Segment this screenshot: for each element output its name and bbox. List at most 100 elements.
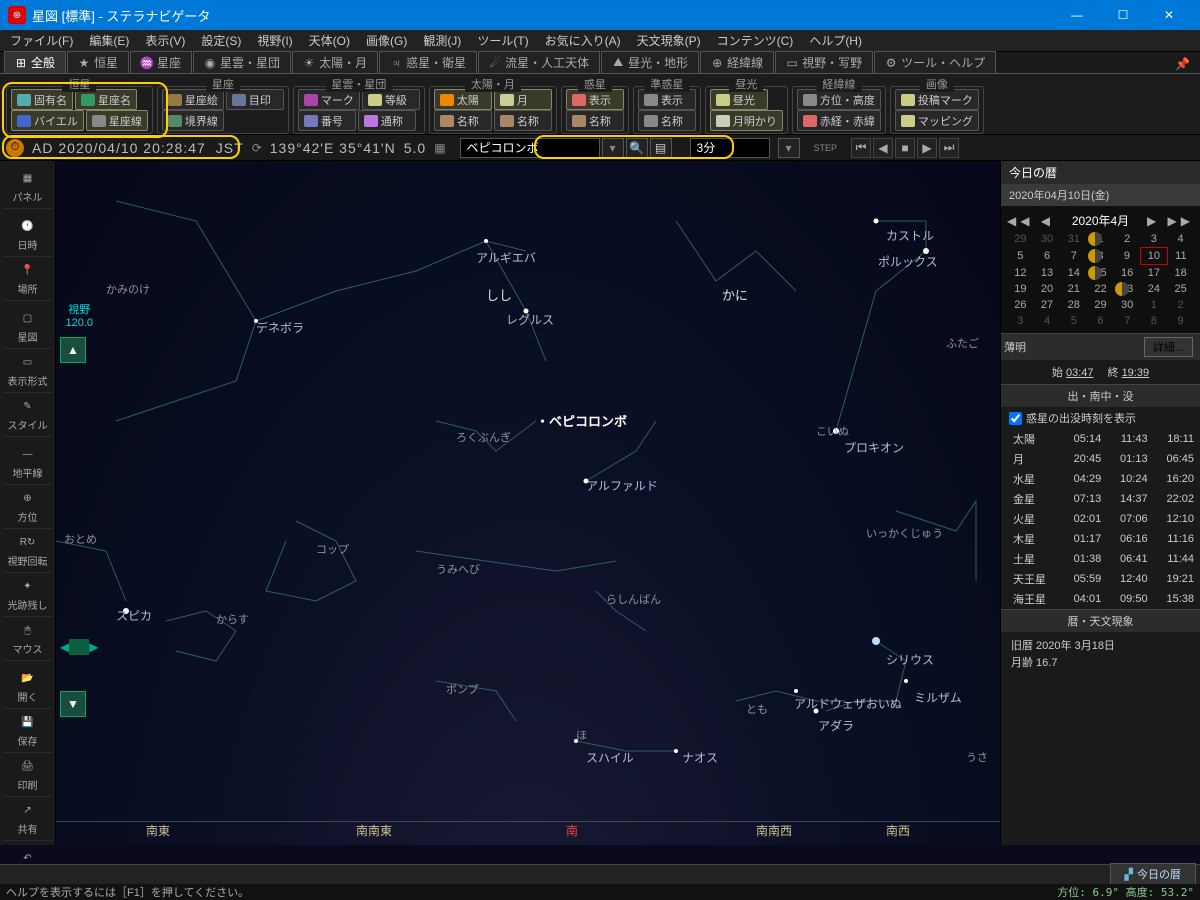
ribbon-button[interactable]: 名称	[638, 110, 696, 131]
menu-item[interactable]: ヘルプ(H)	[803, 30, 868, 51]
ribbon-button[interactable]: 方位・高度	[797, 89, 881, 110]
calendar-day[interactable]: 4	[1167, 231, 1194, 248]
ribbon-button[interactable]: 表示	[566, 89, 624, 110]
calendar-day[interactable]: 10	[1141, 248, 1168, 265]
ribbon-button[interactable]: 表示	[638, 89, 696, 110]
ribbon-button[interactable]: 境界線	[162, 110, 224, 131]
ribbon-button[interactable]: 昼光	[710, 89, 768, 110]
menu-item[interactable]: 天体(O)	[303, 30, 356, 51]
calendar-day[interactable]: 2	[1114, 231, 1141, 248]
scroll-handle[interactable]: ◀▶	[60, 639, 98, 655]
calendar-day[interactable]: 12	[1007, 265, 1034, 282]
search-dropdown-button[interactable]: ▾	[602, 138, 624, 158]
calendar-day[interactable]: 30	[1114, 297, 1141, 313]
left-toolbar-button[interactable]: ✎スタイル	[4, 393, 52, 437]
menu-item[interactable]: ツール(T)	[471, 30, 534, 51]
cal-next-button[interactable]: ▶ ▶▶	[1147, 214, 1194, 228]
calendar-day[interactable]: 22	[1087, 281, 1114, 297]
menu-item[interactable]: 天文現象(P)	[631, 30, 707, 51]
calendar-day[interactable]: 1	[1087, 231, 1114, 248]
step-dropdown-button[interactable]: ▾	[778, 138, 800, 158]
ribbon-button[interactable]: 名称	[434, 110, 492, 131]
maximize-button[interactable]: ☐	[1100, 0, 1146, 30]
stop-button[interactable]: ■	[895, 138, 915, 158]
ribbon-button[interactable]: 投稿マーク	[895, 89, 979, 110]
calendar-day[interactable]: 13	[1034, 265, 1061, 282]
zoom-in-button[interactable]: ▲	[60, 337, 86, 363]
calendar-day[interactable]: 5	[1060, 313, 1087, 329]
calendar-day[interactable]: 6	[1087, 313, 1114, 329]
clock-icon[interactable]: ⏱	[6, 139, 24, 157]
calendar-day[interactable]: 30	[1034, 231, 1061, 248]
close-button[interactable]: ✕	[1146, 0, 1192, 30]
menu-item[interactable]: お気に入り(A)	[539, 30, 627, 51]
calendar-day[interactable]: 1	[1141, 297, 1168, 313]
planet-times-checkbox-row[interactable]: 惑星の出没時刻を表示	[1001, 407, 1200, 429]
ribbon-button[interactable]: 名称	[566, 110, 624, 131]
ribbon-tab[interactable]: ☄流星・人工天体	[478, 51, 600, 73]
menu-item[interactable]: 編集(E)	[83, 30, 135, 51]
left-toolbar-button[interactable]: ▦パネル	[4, 165, 52, 209]
ribbon-tab[interactable]: ⊕経緯線	[700, 51, 774, 73]
time-step-input[interactable]	[690, 138, 770, 158]
menu-item[interactable]: ファイル(F)	[4, 30, 79, 51]
ribbon-button[interactable]: 太陽	[434, 89, 492, 110]
zoom-out-button[interactable]: ▼	[60, 691, 86, 717]
left-toolbar-button[interactable]: ▭表示形式	[4, 349, 52, 393]
calendar-day[interactable]: 14	[1060, 265, 1087, 282]
grid-icon[interactable]: ▦	[434, 141, 445, 155]
detail-button[interactable]: 詳細...	[1144, 337, 1193, 357]
calendar-grid[interactable]: 2930311234567891011121314151617181920212…	[1007, 231, 1194, 329]
step-fwd-button[interactable]: ▶	[917, 138, 937, 158]
calendar-day[interactable]: 28	[1060, 297, 1087, 313]
calendar-day[interactable]: 23	[1114, 281, 1141, 297]
ribbon-button[interactable]: 星座絵	[162, 89, 224, 110]
ribbon-tab[interactable]: ◉星雲・星団	[193, 51, 291, 73]
timezone-display[interactable]: JST	[216, 140, 244, 156]
ribbon-button[interactable]: 星座名	[75, 89, 137, 110]
calendar-day[interactable]: 25	[1167, 281, 1194, 297]
calendar-day[interactable]: 24	[1141, 281, 1168, 297]
calendar-day[interactable]: 27	[1034, 297, 1061, 313]
calendar-day[interactable]: 5	[1007, 248, 1034, 265]
calendar-day[interactable]: 8	[1141, 313, 1168, 329]
menu-item[interactable]: 観測(J)	[417, 30, 467, 51]
ribbon-button[interactable]: 月	[494, 89, 552, 110]
calendar-day[interactable]: 19	[1007, 281, 1034, 297]
ribbon-tab[interactable]: ▭視野・写野	[775, 51, 873, 73]
calendar-day[interactable]: 9	[1167, 313, 1194, 329]
menu-item[interactable]: 視野(I)	[251, 30, 298, 51]
left-toolbar-button[interactable]: 📍場所	[4, 257, 52, 301]
menu-item[interactable]: 表示(V)	[139, 30, 191, 51]
calendar-day[interactable]: 3	[1141, 231, 1168, 248]
ribbon-button[interactable]: 通称	[358, 110, 416, 131]
sync-icon[interactable]: ⟳	[252, 141, 262, 155]
step-back-button[interactable]: ◀	[873, 138, 893, 158]
calendar-day[interactable]: 31	[1060, 231, 1087, 248]
calendar-day[interactable]: 11	[1167, 248, 1194, 265]
ribbon-button[interactable]: 星座線	[86, 110, 148, 131]
calendar-day[interactable]: 7	[1114, 313, 1141, 329]
calendar-day[interactable]: 4	[1034, 313, 1061, 329]
calendar-day[interactable]: 26	[1007, 297, 1034, 313]
ribbon-button[interactable]: 等級	[362, 89, 420, 110]
calendar-day[interactable]: 3	[1007, 313, 1034, 329]
skip-fwd-button[interactable]: ⏭	[939, 138, 959, 158]
datetime-display[interactable]: AD 2020/04/10 20:28:47	[32, 140, 206, 156]
left-toolbar-button[interactable]: 💾保存	[4, 709, 52, 753]
ribbon-tab[interactable]: ★恒星	[67, 51, 129, 73]
left-toolbar-button[interactable]: R↻視野回転	[4, 529, 52, 573]
calendar-day[interactable]: 9	[1114, 248, 1141, 265]
search-button[interactable]: 🔍	[626, 138, 648, 158]
left-toolbar-button[interactable]: ↗共有	[4, 797, 52, 841]
ribbon-tab[interactable]: ♃惑星・衛星	[379, 51, 477, 73]
calendar-day[interactable]: 18	[1167, 265, 1194, 282]
ribbon-tab[interactable]: ⚙ツール・ヘルプ	[874, 51, 996, 73]
left-toolbar-button[interactable]: 📂開く	[4, 665, 52, 709]
ribbon-tab[interactable]: ☀太陽・月	[292, 51, 378, 73]
calendar-day[interactable]: 16	[1114, 265, 1141, 282]
calendar-day[interactable]: 21	[1060, 281, 1087, 297]
left-toolbar-button[interactable]: 🖨印刷	[4, 753, 52, 797]
cal-prev-button[interactable]: ◀◀ ◀	[1007, 214, 1054, 228]
ribbon-button[interactable]: 目印	[226, 89, 284, 110]
